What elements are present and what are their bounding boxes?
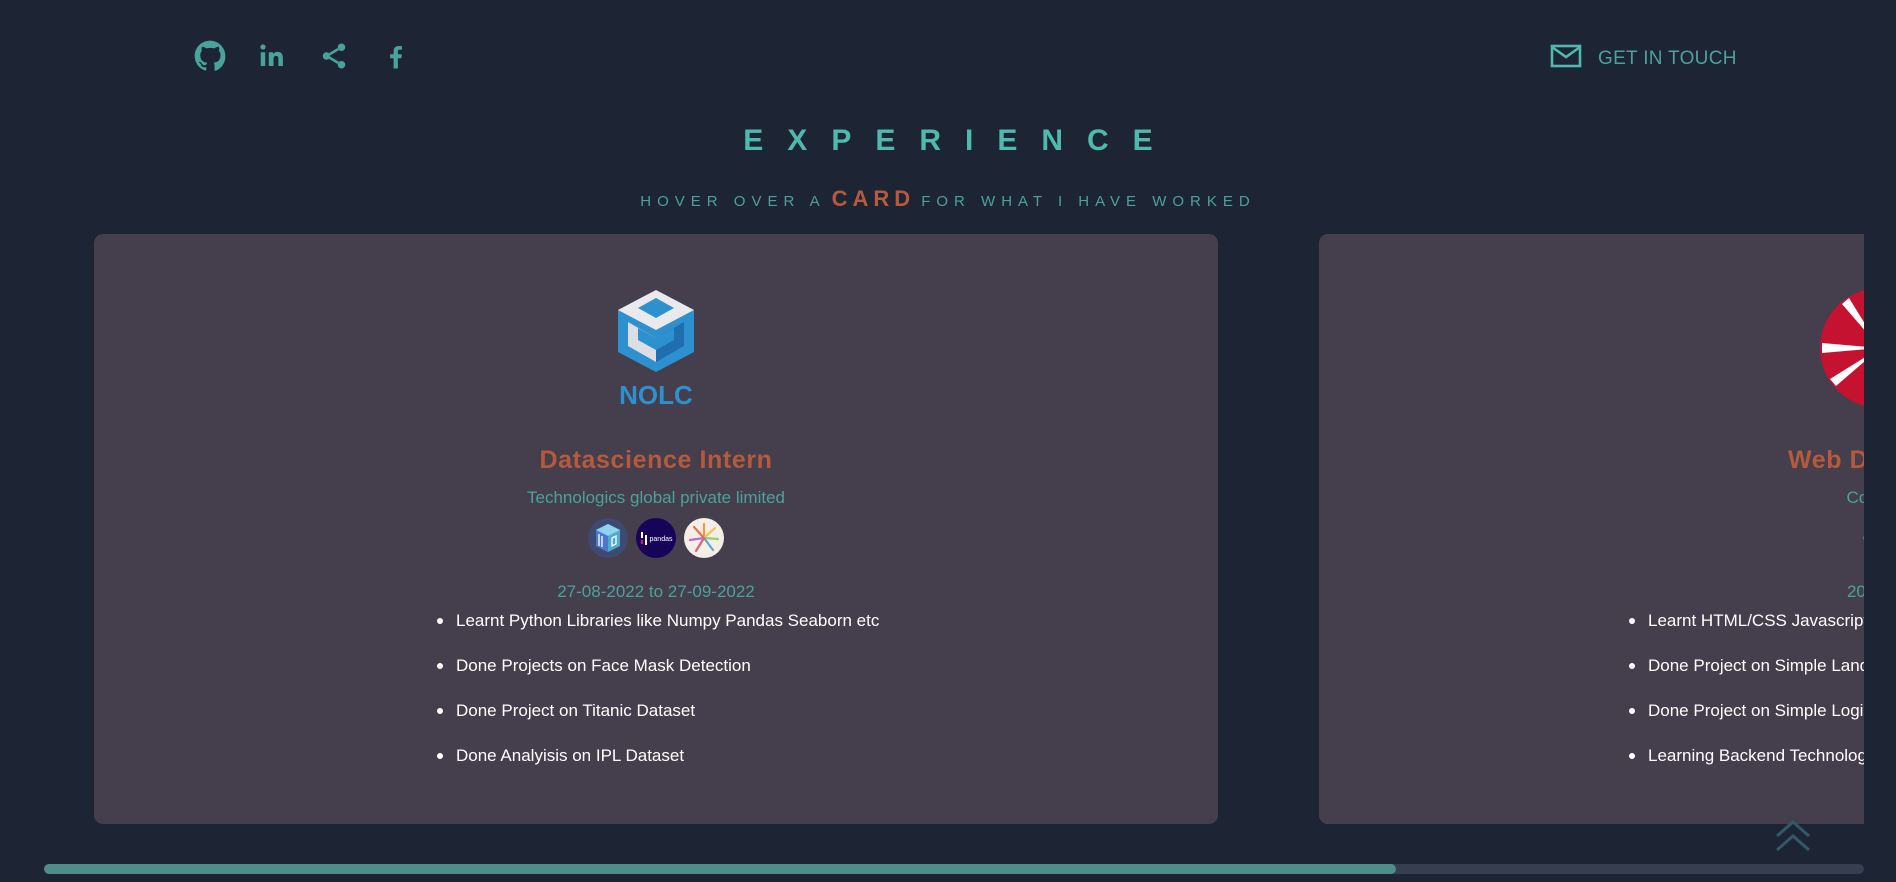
section-title: EXPERIENCE [743, 124, 1177, 157]
list-item: Done Project on Simple Land [1629, 653, 1864, 698]
scroll-to-top-button[interactable] [1774, 818, 1812, 859]
get-in-touch-link[interactable]: GET IN TOUCH [1550, 44, 1737, 73]
card-points: Learnt HTML/CSS Javascript R Done Projec… [1629, 608, 1864, 788]
card-points: Learnt Python Libraries like Numpy Panda… [437, 608, 879, 788]
react-icon [1861, 518, 1864, 558]
mail-icon [1550, 44, 1582, 73]
list-item: Done Project on Simple Logi [1629, 698, 1864, 743]
nolc-logo-icon: NOLC [608, 282, 704, 411]
card-tech-stack [1319, 518, 1864, 558]
subtitle-before: HOVER OVER A [640, 193, 826, 210]
share-icon[interactable] [316, 38, 352, 74]
social-links [192, 38, 440, 74]
card-tech-stack: pandas [94, 518, 1218, 558]
course-logo-icon [1818, 286, 1864, 415]
chevrons-up-icon [1774, 820, 1812, 858]
seaborn-icon [684, 518, 724, 558]
card-role: Web Developm [1788, 446, 1864, 474]
card-company: Technologics global private limited [527, 488, 785, 507]
card-dates: 20-10-20 [1846, 582, 1864, 601]
list-item: Learnt Python Libraries like Numpy Panda… [437, 608, 879, 653]
horizontal-scrollbar-thumb[interactable] [44, 864, 1396, 874]
svg-text:pandas: pandas [650, 536, 673, 543]
subtitle-after: FOR WHAT I HAVE WORKED [921, 193, 1256, 210]
subtitle-highlight: CARD [831, 186, 916, 211]
list-item: Learnt HTML/CSS Javascript R [1629, 608, 1864, 653]
get-in-touch-label: GET IN TOUCH [1598, 47, 1737, 69]
linkedin-icon[interactable] [254, 38, 290, 74]
experience-card[interactable]: Web Developm Course b 20-10-20 Learnt HT… [1319, 234, 1864, 824]
numpy-icon [588, 518, 628, 558]
github-icon[interactable] [192, 38, 228, 74]
list-item: Done Projects on Face Mask Detection [437, 653, 879, 698]
card-dates: 27-08-2022 to 27-09-2022 [557, 582, 755, 601]
svg-text:NOLC: NOLC [619, 380, 693, 406]
list-item: Done Analyisis on IPL Dataset [437, 743, 879, 788]
experience-cards: NOLC Datascience Intern Technologics glo… [0, 234, 1864, 824]
facebook-icon[interactable] [378, 38, 414, 74]
list-item: Done Project on Titanic Dataset [437, 698, 879, 743]
card-company: Course b [1846, 488, 1865, 507]
pandas-icon: pandas [636, 518, 676, 558]
card-role: Datascience Intern [539, 446, 773, 474]
list-item: Learning Backend Technolog [1629, 743, 1864, 788]
section-subtitle: HOVER OVER A CARD FOR WHAT I HAVE WORKED [0, 186, 1896, 212]
experience-card[interactable]: NOLC Datascience Intern Technologics glo… [94, 234, 1218, 824]
